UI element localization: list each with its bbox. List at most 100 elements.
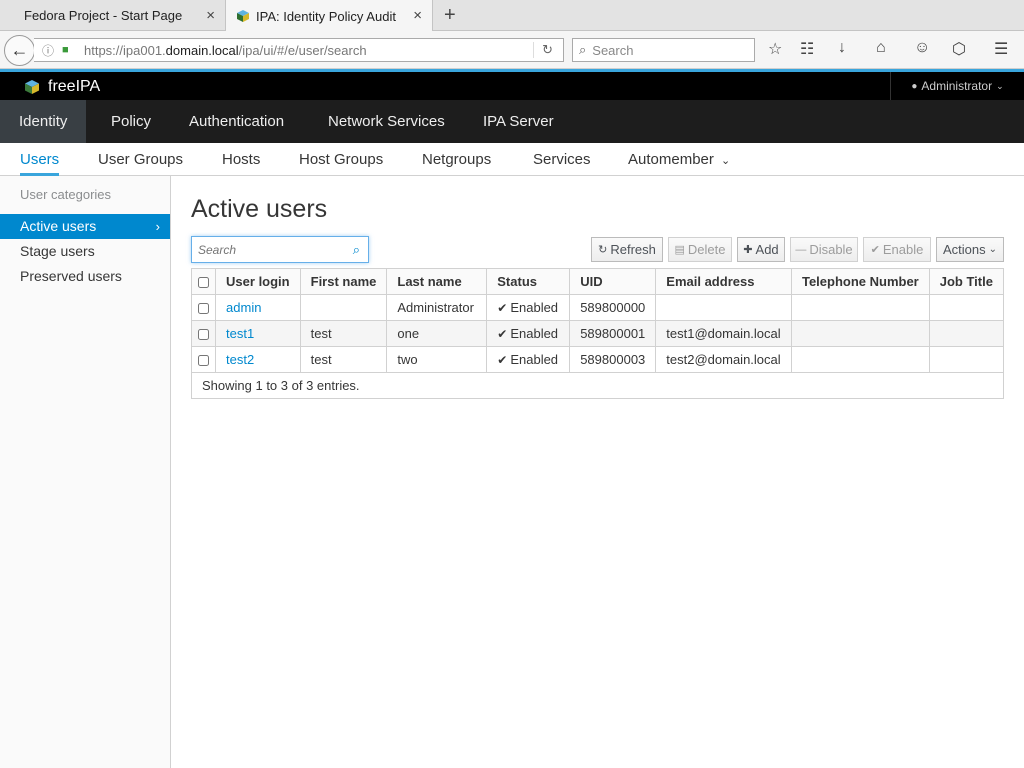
column-header-job-title[interactable]: Job Title — [928, 268, 1005, 295]
home-icon[interactable]: ⌂ — [876, 39, 886, 57]
status-cell: ✔ Enabled — [486, 294, 571, 321]
telephone-cell — [790, 320, 930, 347]
actions-label: Actions — [942, 242, 986, 257]
tab-automember-label: Automember — [628, 151, 714, 168]
disable-button[interactable]: — Disable — [790, 237, 858, 262]
status-text: Enabled — [510, 326, 559, 341]
row-select-cell — [190, 294, 217, 321]
url-prefix: https://ipa001. — [84, 42, 166, 58]
tab-hosts[interactable]: Hosts — [222, 143, 260, 176]
nav-authentication[interactable]: Authentication — [170, 100, 303, 143]
tab-host-groups[interactable]: Host Groups — [299, 143, 383, 176]
job-title-cell — [928, 346, 1005, 373]
browser-tab-strip: Fedora Project - Start Page × IPA: Ident… — [0, 0, 1024, 32]
page-title: Active users — [191, 195, 328, 223]
add-label: Add — [755, 242, 779, 257]
select-all-cell — [190, 268, 217, 295]
column-header-telephone[interactable]: Telephone Number — [790, 268, 930, 295]
column-header-status[interactable]: Status — [486, 268, 571, 295]
user-menu[interactable]: ● Administrator ⌄ — [890, 72, 1024, 100]
tab-user-groups[interactable]: User Groups — [98, 143, 183, 176]
column-header-email[interactable]: Email address — [655, 268, 792, 295]
enable-button[interactable]: ✔ Enable — [863, 237, 931, 262]
check-icon: ✔ — [497, 301, 508, 315]
pocket-icon[interactable]: ⬡ — [952, 39, 966, 59]
url-bar[interactable]: ⓘ ■ https://ipa001.domain.local/ipa/ui/#… — [34, 38, 564, 62]
download-icon[interactable]: ↓ — [838, 39, 846, 57]
nav-identity[interactable]: Identity — [0, 100, 87, 143]
table-header-row: User login First name Last name Status U… — [190, 268, 1005, 295]
user-login-link[interactable]: admin — [226, 300, 261, 315]
row-select-cell — [190, 346, 217, 373]
info-icon[interactable]: ⓘ — [42, 42, 58, 59]
sidebar-item-active-users[interactable]: Active users › — [0, 214, 170, 239]
sidebar-item-stage-users[interactable]: Stage users — [0, 239, 170, 264]
first-name-cell: test — [299, 346, 388, 373]
telephone-cell — [790, 294, 930, 321]
email-cell — [655, 294, 792, 321]
user-login-link[interactable]: test2 — [226, 352, 254, 367]
tab-users[interactable]: Users — [20, 143, 60, 176]
close-tab-icon[interactable]: × — [413, 7, 422, 24]
new-tab-icon[interactable]: + — [444, 3, 456, 27]
user-login-cell: test2 — [215, 346, 301, 373]
masthead: freeIPA ● Administrator ⌄ — [0, 69, 1024, 100]
nav-network-services[interactable]: Network Services — [309, 100, 464, 143]
tab-automember[interactable]: Automember ⌄ — [628, 143, 730, 176]
browser-tab-ipa[interactable]: IPA: Identity Policy Audit × — [225, 0, 433, 32]
uid-cell: 589800000 — [569, 294, 657, 321]
column-header-uid[interactable]: UID — [569, 268, 657, 295]
delete-button[interactable]: ▤ Delete — [668, 237, 732, 262]
check-icon: ✔ — [870, 244, 880, 256]
tab-netgroups[interactable]: Netgroups — [422, 143, 491, 176]
row-checkbox[interactable] — [198, 329, 210, 341]
add-button[interactable]: ✚ Add — [737, 237, 785, 262]
actions-button[interactable]: Actions ⌄ — [936, 237, 1004, 262]
refresh-label: Refresh — [610, 242, 656, 257]
table-footer-row: Showing 1 to 3 of 3 entries. — [191, 372, 1004, 399]
job-title-cell — [928, 294, 1005, 321]
search-icon[interactable]: ⌕ — [353, 242, 360, 258]
column-header-last-name[interactable]: Last name — [386, 268, 488, 295]
user-search-input[interactable] — [192, 242, 340, 257]
primary-nav: Identity Policy Authentication Network S… — [0, 100, 1024, 143]
user-login-cell: admin — [215, 294, 301, 321]
last-name-cell: Administrator — [386, 294, 488, 321]
reading-list-icon[interactable]: ☷ — [800, 39, 814, 59]
status-text: Enabled — [510, 300, 559, 315]
refresh-button[interactable]: ↻ Refresh — [591, 237, 663, 262]
chevron-down-icon: ⌄ — [721, 155, 731, 167]
column-header-first-name[interactable]: First name — [299, 268, 388, 295]
close-tab-icon[interactable]: × — [206, 7, 215, 24]
chat-icon[interactable]: ☺ — [914, 39, 930, 57]
row-checkbox[interactable] — [198, 355, 210, 367]
row-checkbox[interactable] — [198, 303, 210, 315]
chevron-down-icon: ⌄ — [996, 80, 1004, 91]
column-header-user-login[interactable]: User login — [215, 268, 301, 295]
enable-label: Enable — [882, 242, 924, 257]
nav-policy[interactable]: Policy — [92, 100, 170, 143]
back-icon[interactable]: ← — [4, 35, 35, 66]
sidebar-item-preserved-users[interactable]: Preserved users — [0, 264, 170, 289]
select-all-checkbox[interactable] — [198, 277, 210, 289]
logo-text: freeIPA — [48, 78, 101, 95]
user-icon: ● — [911, 80, 918, 92]
hamburger-menu-icon[interactable]: ☰ — [994, 39, 1008, 59]
reload-icon[interactable]: ↻ — [533, 42, 553, 58]
refresh-icon: ↻ — [598, 244, 608, 256]
browser-tab-title: Fedora Project - Start Page — [24, 8, 183, 23]
nav-ipa-server[interactable]: IPA Server — [464, 100, 573, 143]
tab-services[interactable]: Services — [533, 143, 591, 176]
uid-cell: 589800001 — [569, 320, 657, 347]
freeipa-favicon-icon — [237, 10, 249, 22]
browser-search-input[interactable]: ⌕ Search — [572, 38, 755, 62]
row-select-cell — [190, 320, 217, 347]
user-login-link[interactable]: test1 — [226, 326, 254, 341]
url-domain: domain.local — [165, 42, 239, 58]
email-cell: test2@domain.local — [655, 346, 792, 373]
first-name-cell: test — [299, 320, 388, 347]
status-text: Enabled — [510, 352, 559, 367]
check-icon: ✔ — [497, 353, 508, 367]
bookmark-star-icon[interactable]: ☆ — [768, 39, 782, 59]
browser-tab-fedora[interactable]: Fedora Project - Start Page × — [0, 0, 225, 31]
